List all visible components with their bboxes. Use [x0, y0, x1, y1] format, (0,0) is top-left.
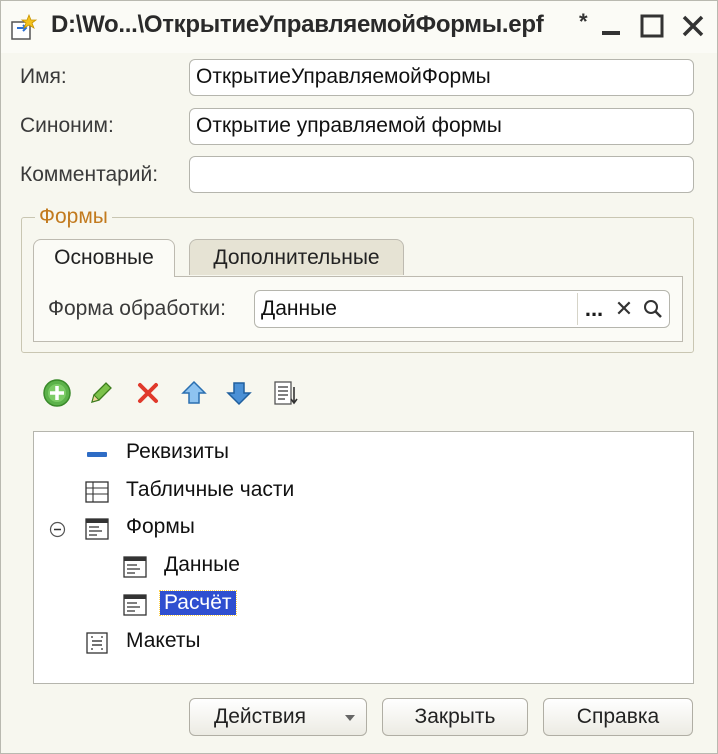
title-bar: D:\Wo...\ОткрытиеУправляемойФормы.epf *: [1, 1, 717, 53]
help-button[interactable]: Справка: [543, 698, 693, 736]
tree-item-label: Расчёт: [159, 590, 237, 616]
tree-item-label: Данные: [164, 553, 240, 576]
tab-main[interactable]: Основные: [33, 239, 175, 277]
tree-item-label: Реквизиты: [126, 440, 229, 463]
synonym-field[interactable]: Открытие управляемой формы: [189, 108, 694, 145]
collapse-icon[interactable]: [49, 521, 66, 538]
move-up-icon: [181, 380, 207, 404]
sort-list-icon: [274, 381, 298, 405]
minimize-icon[interactable]: [596, 11, 626, 41]
tree-item-forms[interactable]: Формы: [34, 514, 434, 544]
name-label: Имя:: [20, 65, 67, 88]
table-icon: [85, 481, 109, 503]
delete-icon: [138, 383, 158, 403]
edit-button[interactable]: [85, 377, 117, 409]
add-icon: [43, 379, 71, 407]
tree-item-label: Формы: [126, 515, 195, 538]
form-icon: [123, 594, 147, 616]
sort-button[interactable]: [269, 377, 301, 409]
clear-button[interactable]: ✕: [609, 292, 639, 326]
tree-item-templates[interactable]: Макеты: [34, 628, 434, 658]
data-processor-window: D:\Wo...\ОткрытиеУправляемойФормы.epf * …: [0, 0, 718, 754]
tree-item-label: Табличные части: [126, 478, 295, 501]
choose-button[interactable]: ...: [579, 292, 609, 326]
move-down-button[interactable]: [223, 377, 255, 409]
forms-group-title: Формы: [35, 205, 112, 229]
actions-button[interactable]: Действия: [189, 698, 367, 736]
template-icon: [86, 632, 108, 654]
comment-field[interactable]: [189, 156, 694, 193]
maximize-icon[interactable]: [637, 11, 667, 41]
close-icon[interactable]: [678, 11, 708, 41]
name-field[interactable]: ОткрытиеУправляемойФормы: [189, 59, 694, 96]
search-icon: [644, 300, 662, 318]
attribute-icon: [87, 452, 107, 457]
edit-icon: [91, 382, 112, 403]
chevron-down-icon: [345, 715, 355, 721]
move-down-icon: [226, 382, 252, 406]
tree-item-form-calculation[interactable]: Расчёт: [34, 590, 434, 620]
synonym-label: Синоним:: [20, 114, 114, 137]
tree-item-tabular-sections[interactable]: Табличные части: [34, 477, 434, 507]
tree-item-label: Макеты: [126, 629, 201, 652]
actions-button-label: Действия: [214, 705, 307, 728]
delete-button[interactable]: [132, 377, 164, 409]
add-button[interactable]: [41, 377, 73, 409]
window-title: D:\Wo...\ОткрытиеУправляемойФормы.epf: [51, 11, 544, 38]
move-up-button[interactable]: [178, 377, 210, 409]
close-button[interactable]: Закрыть: [382, 698, 528, 736]
tab-additional[interactable]: Дополнительные: [189, 239, 404, 275]
tree-item-attributes[interactable]: Реквизиты: [34, 439, 434, 469]
open-button[interactable]: [638, 292, 668, 326]
processing-form-label: Форма обработки:: [48, 297, 226, 320]
data-processor-icon: [11, 13, 38, 40]
form-icon: [85, 518, 109, 540]
processing-form-select[interactable]: Данные ... ✕: [254, 290, 670, 328]
form-icon: [123, 556, 147, 578]
processing-form-value: Данные: [261, 297, 337, 320]
comment-label: Комментарий:: [20, 163, 159, 186]
tree-item-form-data[interactable]: Данные: [34, 552, 434, 582]
structure-tree[interactable]: Реквизиты Табличные части Формы Данные Р…: [33, 431, 694, 684]
